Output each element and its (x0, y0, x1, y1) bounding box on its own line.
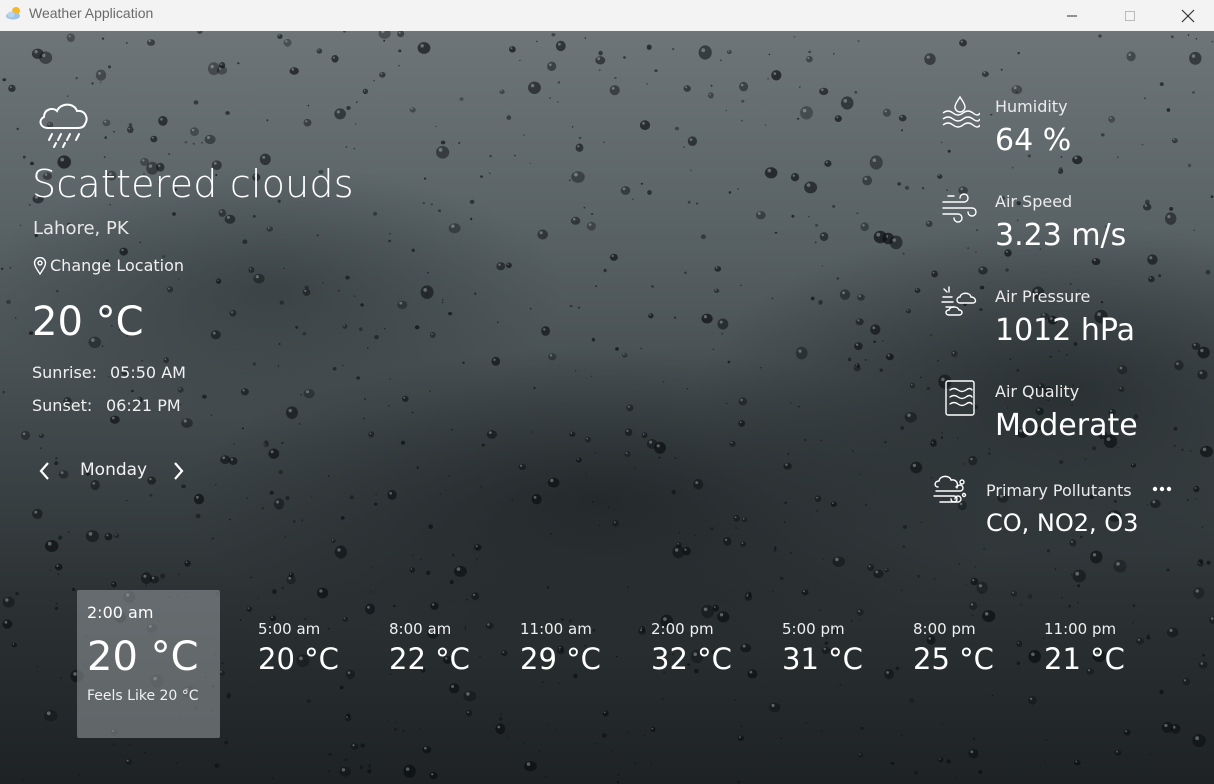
smog-icon (933, 475, 967, 503)
map-pin-icon (33, 256, 47, 275)
hour-card[interactable]: 8:00 am 22 °C (389, 620, 509, 680)
sunset-row: Sunset: 06:21 PM (32, 396, 181, 415)
hour-temp: 32 °C (651, 642, 732, 676)
current-temperature: 20 °C (32, 299, 144, 345)
hour-temp: 21 °C (1044, 642, 1125, 676)
minimize-icon (1067, 15, 1077, 16)
hour-card[interactable]: 2:00 pm 32 °C (651, 620, 771, 680)
air-pressure-value: 1012 hPa (995, 313, 1136, 348)
previous-day-button[interactable] (34, 459, 54, 483)
hour-temp: 25 °C (913, 642, 994, 676)
hour-time: 8:00 am (389, 620, 452, 638)
hour-time: 5:00 am (258, 620, 321, 638)
hour-card[interactable]: 11:00 pm 21 °C (1044, 620, 1164, 680)
close-button[interactable] (1159, 0, 1214, 31)
hour-temp: 31 °C (782, 642, 863, 676)
hour-temp: 22 °C (389, 642, 470, 676)
pollutants-value: CO, NO2, O3 (986, 509, 1139, 537)
hour-card[interactable]: 5:00 am 20 °C (258, 620, 378, 680)
air-quality-value: Moderate (995, 408, 1138, 443)
sunrise-row: Sunrise: 05:50 AM (32, 363, 186, 382)
air-speed-label: Air Speed (995, 192, 1073, 211)
minimize-button[interactable] (1043, 0, 1101, 31)
hour-time: 5:00 pm (782, 620, 845, 638)
rain-cloud-icon (39, 103, 88, 148)
wind-icon (942, 193, 977, 223)
maximize-button[interactable] (1101, 0, 1159, 31)
air-speed-value: 3.23 m/s (995, 218, 1127, 253)
air-quality-label: Air Quality (995, 382, 1080, 401)
maximize-icon (1125, 10, 1135, 21)
more-options-button[interactable] (1150, 481, 1174, 497)
window-title: Weather Application (29, 5, 154, 21)
chevron-right-icon (174, 462, 184, 480)
change-location-label: Change Location (50, 256, 185, 275)
pressure-icon (941, 286, 977, 316)
chevron-left-icon (39, 462, 49, 480)
air-pressure-label: Air Pressure (995, 287, 1091, 306)
humidity-value: 64 % (995, 123, 1072, 158)
hour-card[interactable]: 5:00 pm 31 °C (782, 620, 902, 680)
app-weather-icon (6, 7, 20, 20)
change-location-link[interactable]: Change Location (33, 256, 184, 275)
hour-time: 2:00 am (87, 603, 154, 622)
hour-time: 11:00 am (520, 620, 592, 638)
day-navigator: Monday (34, 457, 194, 485)
sunrise-time: 05:50 AM (110, 363, 186, 382)
location-label: Lahore, PK (33, 218, 129, 239)
pollutants-label: Primary Pollutants (986, 481, 1132, 500)
hour-temp: 29 °C (520, 642, 601, 676)
weather-panel: Scattered clouds Lahore, PK Change Locat… (0, 31, 1214, 784)
more-icon (1152, 486, 1172, 492)
title-bar: Weather Application (0, 0, 1214, 31)
day-label: Monday (80, 460, 148, 480)
hour-temp: 20 °C (258, 642, 339, 676)
hour-card[interactable]: 8:00 pm 25 °C (913, 620, 1033, 680)
hour-temp: 20 °C (87, 634, 199, 680)
humidity-icon (942, 95, 980, 128)
hour-time: 2:00 pm (651, 620, 714, 638)
sunset-time: 06:21 PM (106, 396, 181, 415)
close-icon (1181, 9, 1195, 22)
hour-time: 11:00 pm (1044, 620, 1117, 638)
hour-card[interactable]: 11:00 am 29 °C (520, 620, 640, 680)
feels-like: Feels Like 20 °C (87, 688, 199, 704)
sunrise-label: Sunrise: (32, 363, 98, 382)
weather-condition: Scattered clouds (32, 162, 354, 206)
sunset-label: Sunset: (32, 396, 93, 415)
hour-card-selected[interactable]: 2:00 am 20 °C Feels Like 20 °C (77, 590, 220, 738)
humidity-label: Humidity (995, 97, 1068, 116)
air-quality-icon (945, 380, 975, 416)
next-day-button[interactable] (169, 459, 189, 483)
hour-time: 8:00 pm (913, 620, 976, 638)
